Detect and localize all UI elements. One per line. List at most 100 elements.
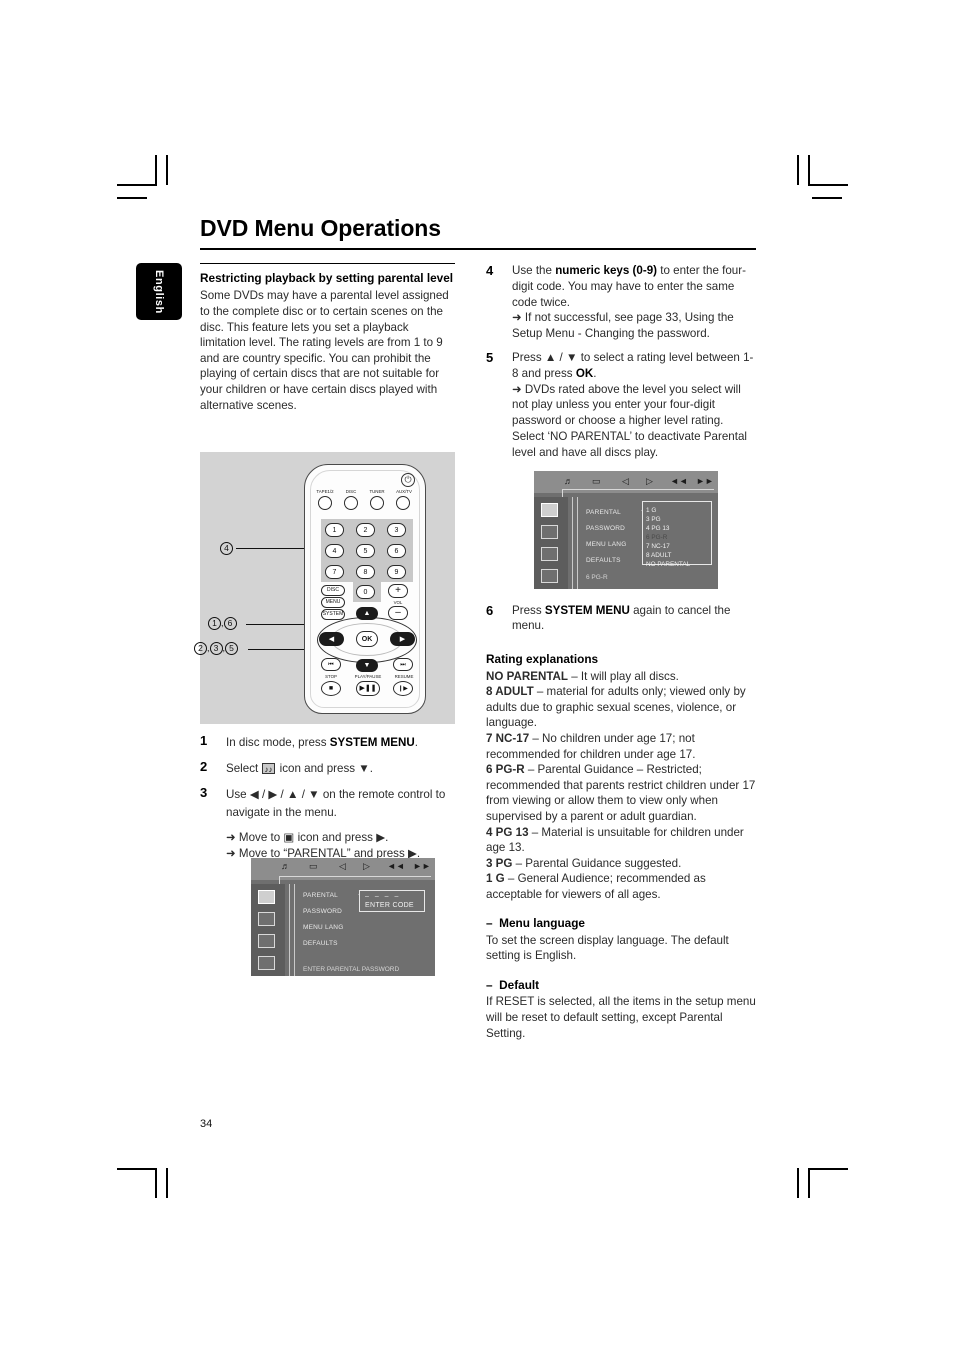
osd-password-status: ENTER PARENTAL PASSWORD	[303, 966, 400, 973]
numeric-key-8[interactable]: 8	[356, 565, 375, 579]
numeric-key-6[interactable]: 6	[387, 544, 406, 558]
osd-parental-item-menulang[interactable]: MENU LANG	[586, 537, 626, 553]
osd-password-speaker-icon: ◁	[339, 861, 346, 871]
callout-4-leader	[236, 548, 306, 550]
resume-button[interactable]: ❙▶	[393, 681, 413, 696]
osd-parental-sidebar-subtitle-icon[interactable]	[541, 546, 558, 561]
numeric-key-2[interactable]: 2	[356, 523, 375, 537]
stop-button[interactable]: ■	[321, 681, 341, 696]
osd-password-code-placeholder: – – – –	[365, 893, 401, 900]
callout-2-3-5-leader	[248, 649, 310, 651]
step-5-substep-1: ➜ DVDs rated above the level you select …	[512, 382, 747, 459]
source-label-tuner: TUNER	[369, 489, 385, 494]
numeric-key-9[interactable]: 9	[387, 565, 406, 579]
numeric-key-3[interactable]: 3	[387, 523, 406, 537]
osd-password-picture-icon: ▭	[309, 861, 318, 871]
osd-password-sidebar-audio-icon[interactable]	[258, 912, 275, 926]
osd-password-item-parental[interactable]: PARENTAL	[303, 892, 338, 899]
osd-parental-play-icon: ▷	[646, 475, 653, 486]
step-6-text-pre: Press	[512, 603, 545, 617]
rating-no-parental-label: NO PARENTAL	[486, 669, 569, 683]
step-5: 5 Press ▲ / ▼ to select a rating level b…	[486, 350, 756, 461]
source-button-tuner[interactable]	[370, 496, 384, 510]
step-5-text-pre: Press ▲ / ▼ to select a rating level bet…	[512, 350, 754, 380]
crop-mark-br-v1	[797, 1168, 799, 1198]
osd-password-sidebar-picture-icon[interactable]	[258, 890, 275, 904]
source-button-tape[interactable]	[318, 496, 332, 510]
osd-password-sidebar-subtitle-icon[interactable]	[258, 934, 275, 948]
osd-parental-item-password[interactable]: PASSWORD	[586, 521, 625, 537]
step-1-text: In disc mode, press SYSTEM MENU.	[226, 736, 418, 749]
step-1-text-post: .	[414, 736, 419, 749]
nav-right-button[interactable]: ▶	[390, 632, 415, 646]
osd-password-sidebar-prefs-icon[interactable]	[258, 956, 275, 970]
osd-password-topbar: ♬ ▭ ◁ ▷ ◄◄ ►►	[251, 858, 435, 884]
crop-mark-bl-v2	[166, 1168, 168, 1198]
osd-password-play-icon: ▷	[363, 861, 370, 871]
step-5-number: 5	[486, 349, 494, 365]
crop-mark-br-v2	[808, 1168, 810, 1198]
disc-button[interactable]: DISC	[321, 585, 345, 596]
step-4-number: 4	[486, 263, 494, 278]
rating-no-parental-desc: – It will play all discs.	[568, 669, 679, 683]
system-menu-button[interactable]: SYSTEM	[321, 609, 345, 620]
menu-button[interactable]: MENU	[321, 597, 345, 608]
rating-7-nc17: 7 NC-17 – No children under age 17; not …	[486, 731, 756, 762]
remote-control-figure: 4 1,6 2,3,5 TAPE1/2 DISC TUNER AUX/TV	[194, 452, 455, 724]
numeric-key-7[interactable]: 7	[325, 565, 344, 579]
source-button-disc[interactable]	[344, 496, 358, 510]
numeric-key-0[interactable]: 0	[356, 585, 375, 599]
rating-1-g-label: 1 G	[486, 872, 505, 886]
osd-password-screenshot: ♬ ▭ ◁ ▷ ◄◄ ►► PARENTAL PASSWORD MENU LAN…	[251, 858, 435, 976]
step-4-text: Use the numeric keys (0-9) to enter the …	[512, 264, 746, 309]
step-2-number: 2	[200, 759, 208, 774]
numeric-key-4[interactable]: 4	[325, 544, 344, 558]
osd-password-item-menulang[interactable]: MENU LANG	[303, 924, 343, 931]
ok-button[interactable]: OK	[356, 631, 378, 647]
osd-parental-item-parental[interactable]: PARENTAL	[586, 505, 621, 521]
source-label-disc: DISC	[345, 489, 357, 494]
osd-password-sidebar	[251, 884, 285, 976]
step-1: 1 In disc mode, press SYSTEM MENU.	[200, 733, 462, 751]
nav-left-button[interactable]: ◀	[319, 632, 344, 646]
volume-down-button[interactable]: –	[388, 606, 408, 620]
nav-up-button[interactable]: ▲	[356, 607, 378, 620]
step-1-text-pre: In disc mode, press	[226, 736, 330, 749]
osd-password-item-password[interactable]: PASSWORD	[303, 908, 342, 915]
crop-mark-tl-v1	[155, 155, 157, 185]
rating-3-pg: 3 PG – Parental Guidance suggested.	[486, 856, 756, 872]
osd-parental-sidebar-prefs-icon[interactable]	[541, 568, 558, 583]
numeric-key-1[interactable]: 1	[325, 523, 344, 537]
next-track-button[interactable]: ⏭	[393, 658, 413, 671]
volume-up-button[interactable]: +	[388, 584, 408, 598]
crop-mark-tr-v2	[808, 155, 810, 185]
osd-password-next-icon: ►►	[413, 861, 431, 871]
callout-2-3-5: 2,3,5	[194, 642, 239, 655]
osd-parental-option-noparental[interactable]: NO PARENTAL	[646, 557, 690, 573]
osd-password-item-defaults[interactable]: DEFAULTS	[303, 940, 338, 947]
crop-mark-bl-h1	[117, 1168, 157, 1170]
osd-parental-sidebar-picture-icon[interactable]	[541, 502, 558, 517]
rating-7-nc17-label: 7 NC-17	[486, 731, 530, 745]
rating-8-adult: 8 ADULT – material for adults only; view…	[486, 684, 756, 731]
previous-track-button[interactable]: ⏮	[321, 658, 341, 671]
osd-parental-sidebar-audio-icon[interactable]	[541, 524, 558, 539]
callout-4: 4	[220, 542, 233, 555]
osd-password-sound-icon: ♬	[281, 861, 290, 871]
osd-parental-item-defaults[interactable]: DEFAULTS	[586, 553, 621, 569]
osd-parental-rating-panel: 1 G 3 PG 4 PG 13 6 PG-R 7 NC-17 8 ADULT …	[642, 500, 712, 568]
osd-parental-divider-2	[577, 496, 578, 589]
rating-1-g: 1 G – General Audience; recommended as a…	[486, 871, 756, 902]
numeric-key-5[interactable]: 5	[356, 544, 375, 558]
power-icon[interactable]	[401, 473, 415, 487]
sound-icon	[262, 762, 276, 778]
callout-1-6: 1,6	[208, 617, 237, 630]
source-button-auxtv[interactable]	[396, 496, 410, 510]
step-4-substep-1: ➜ If not successful, see page 33, Using …	[512, 311, 734, 341]
step-1-number: 1	[200, 733, 208, 748]
callout-6-label: 6	[223, 617, 237, 630]
osd-parental-picture-icon: ▭	[592, 475, 601, 486]
step-2-text: Select icon and press ▼.	[226, 762, 373, 778]
nav-down-button[interactable]: ▼	[356, 659, 378, 672]
play-pause-button[interactable]: ▶❚❚	[356, 681, 380, 696]
